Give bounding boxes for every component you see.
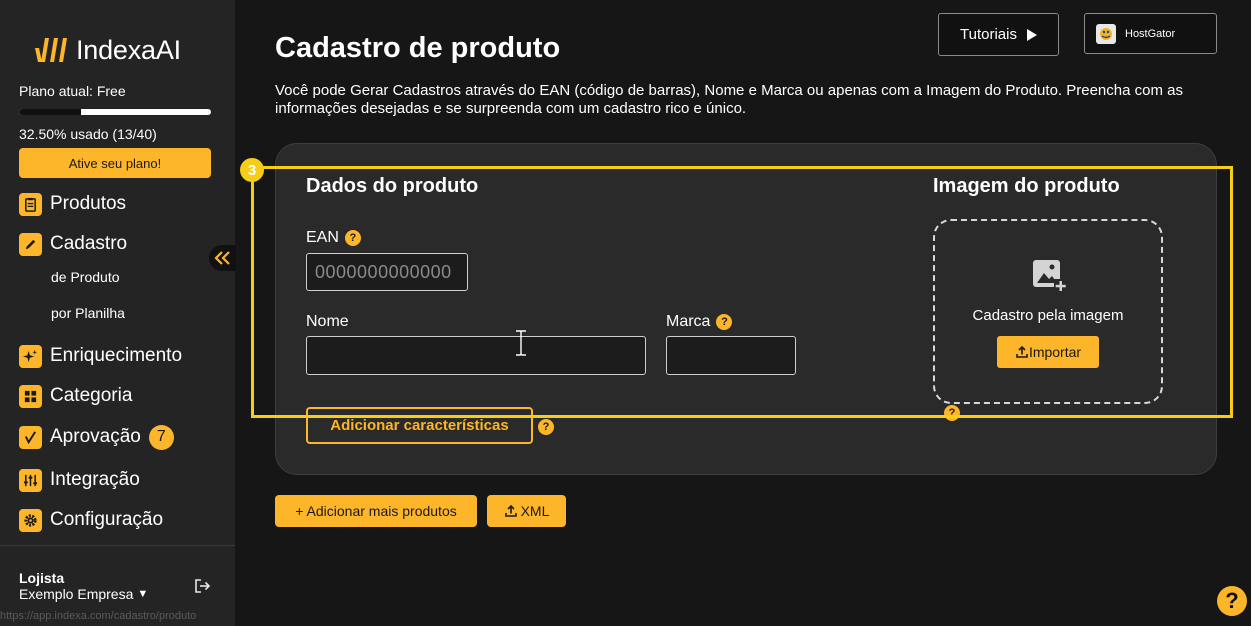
page-description: Você pode Gerar Cadastros através do EAN…	[275, 82, 1183, 117]
gear-icon	[19, 508, 42, 532]
add-features-button[interactable]: Adicionar características	[306, 407, 533, 444]
sparkle-icon	[19, 344, 42, 368]
grid-icon	[19, 384, 42, 408]
sidebar-item-label: Produtos	[50, 193, 127, 214]
page-title: Cadastro de produto	[275, 32, 561, 64]
brand-input[interactable]	[666, 336, 796, 375]
tutorials-label: Tutoriais	[960, 26, 1017, 43]
dropzone-text: Cadastro pela imagem	[972, 307, 1124, 324]
text-cursor-icon	[516, 330, 526, 356]
pencil-icon	[19, 232, 42, 256]
hostgator-button[interactable]: HostGator	[1084, 13, 1217, 54]
usage-progress-fill	[19, 109, 82, 115]
brand-label-text: Marca	[666, 313, 711, 330]
sliders-icon	[19, 468, 42, 492]
logo-text: IndexaAI	[76, 34, 181, 65]
name-label-text: Nome	[306, 313, 349, 330]
sidebar-item-produtos[interactable]: Produtos	[19, 192, 126, 216]
sidebar-item-enriquecimento[interactable]: Enriquecimento	[19, 344, 182, 368]
sidebar-item-cadastro[interactable]: Cadastro	[19, 232, 127, 256]
xml-label: XML	[520, 503, 550, 519]
status-bar-url: https://app.indexa.com/cadastro/produto	[0, 610, 197, 622]
features-help-icon[interactable]: ?	[538, 419, 554, 435]
double-chevron-left-icon	[213, 251, 230, 265]
collapse-sidebar-button[interactable]	[209, 245, 236, 271]
sidebar-item-label: Integração	[50, 469, 140, 490]
sidebar-subitem-planilha[interactable]: por Planilha	[51, 305, 125, 321]
upload-icon	[1016, 345, 1028, 358]
sidebar-divider	[0, 545, 235, 546]
play-icon	[1026, 28, 1037, 41]
sidebar-item-label: Aprovação	[50, 426, 141, 447]
tutorials-button[interactable]: Tutoriais	[938, 13, 1059, 56]
import-label: Importar	[1028, 344, 1082, 360]
name-input[interactable]	[306, 336, 646, 375]
sidebar-item-label: Enriquecimento	[50, 345, 183, 366]
sidebar-item-categoria[interactable]: Categoria	[19, 384, 132, 408]
sidebar-item-label: Categoria	[50, 385, 133, 406]
company-name: Exemplo Empresa	[19, 586, 134, 602]
sidebar: IndexaAI Plano atual: Free 32.50% usado …	[0, 0, 235, 626]
approval-count-badge: 7	[148, 424, 174, 450]
clipboard-icon	[19, 192, 42, 216]
sidebar-item-aprovacao[interactable]: Aprovação 7	[19, 424, 174, 450]
user-role: Lojista	[19, 570, 65, 586]
ean-input[interactable]	[306, 253, 468, 291]
image-help-icon[interactable]: ?	[944, 405, 960, 421]
product-data-title: Dados do produto	[306, 175, 479, 197]
logo-mark-icon	[35, 38, 67, 62]
logo[interactable]: IndexaAI	[33, 34, 181, 66]
brand-help-icon[interactable]: ?	[716, 314, 733, 330]
ean-help-icon[interactable]: ?	[344, 230, 361, 246]
activate-plan-button[interactable]: Ative seu plano!	[19, 148, 211, 178]
sidebar-item-configuracao[interactable]: Configuração	[19, 508, 163, 532]
brand-label: Marca ?	[666, 313, 733, 331]
product-image-title: Imagem do produto	[933, 175, 1120, 197]
ean-label-text: EAN	[306, 229, 339, 246]
check-icon	[19, 425, 42, 449]
xml-button[interactable]: XML	[487, 495, 566, 527]
help-button[interactable]: ?	[1217, 586, 1247, 616]
logout-icon[interactable]	[193, 577, 211, 595]
add-more-products-button[interactable]: + Adicionar mais produtos	[275, 495, 477, 527]
name-label: Nome	[306, 313, 349, 331]
upload-icon	[504, 504, 517, 517]
tour-step-badge: 3	[240, 158, 264, 182]
usage-progress-bar	[19, 109, 211, 115]
add-image-icon	[1033, 260, 1067, 292]
ean-label: EAN ?	[306, 229, 361, 247]
sidebar-item-integracao[interactable]: Integração	[19, 468, 140, 492]
plan-label: Plano atual: Free	[19, 83, 126, 99]
sidebar-item-label: Cadastro	[50, 233, 128, 254]
import-image-button[interactable]: Importar	[997, 336, 1099, 368]
hostgator-logo-icon	[1096, 23, 1116, 44]
sidebar-item-label: Configuração	[50, 509, 164, 530]
hostgator-label: HostGator	[1125, 27, 1176, 40]
company-selector[interactable]: Exemplo Empresa ▼	[19, 586, 148, 602]
caret-down-icon: ▼	[137, 588, 149, 600]
usage-text: 32.50% usado (13/40)	[19, 126, 157, 142]
sidebar-subitem-produto[interactable]: de Produto	[51, 269, 120, 285]
